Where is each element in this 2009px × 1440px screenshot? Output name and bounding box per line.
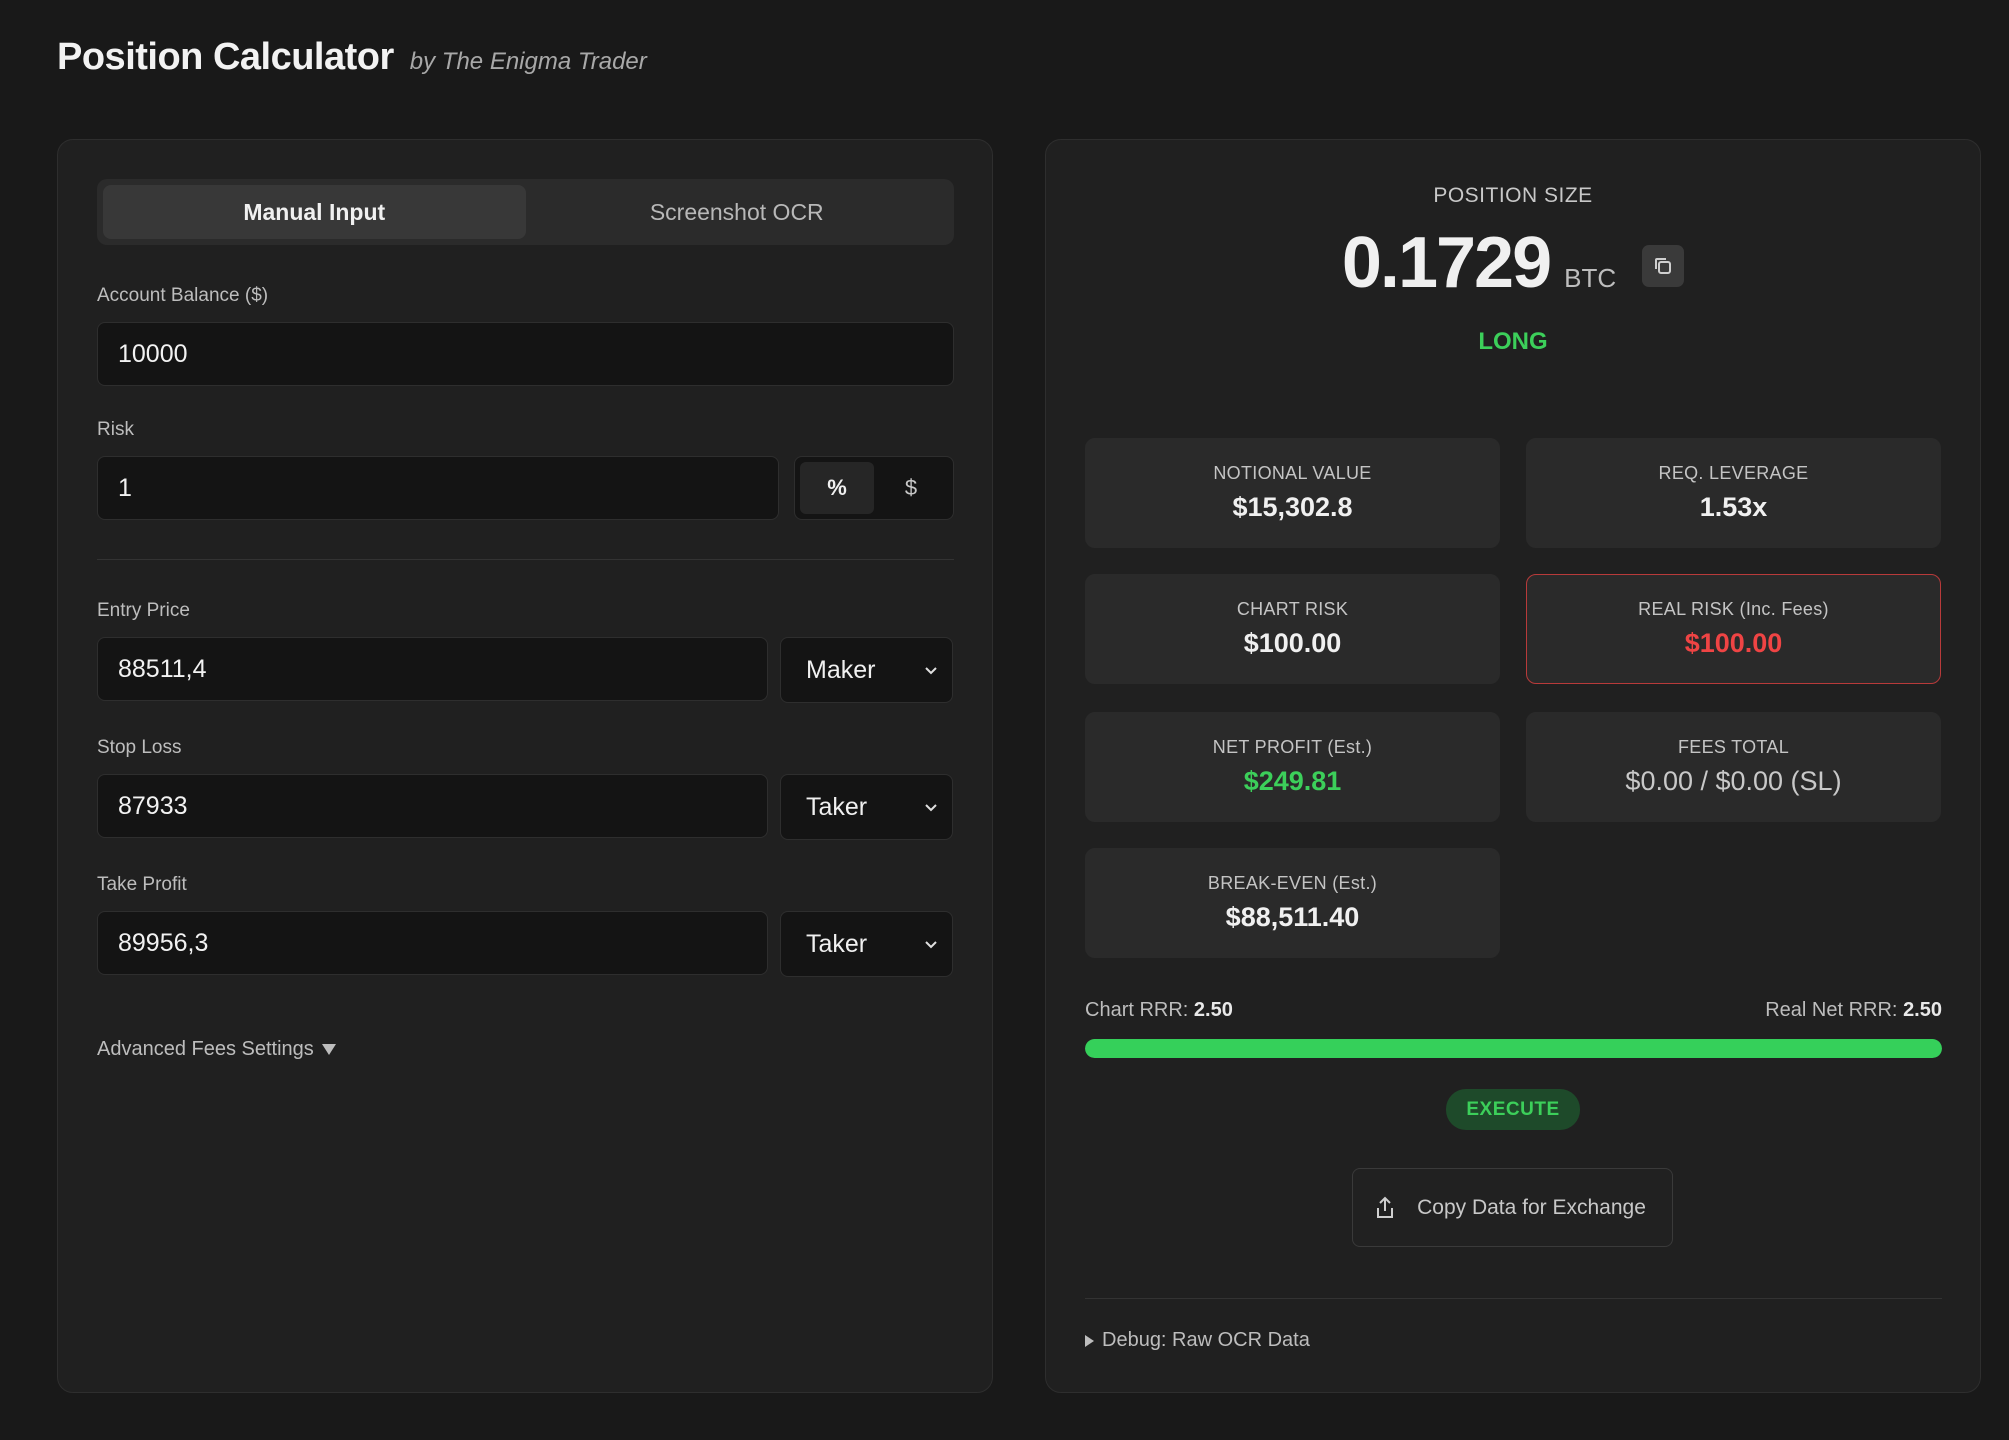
triangle-right-icon: [1085, 1334, 1094, 1347]
page-header: Position Calculator by The Enigma Trader: [57, 36, 647, 79]
input-panel: Manual Input Screenshot OCR Account Bala…: [57, 139, 993, 1393]
entry-price-input[interactable]: [97, 637, 768, 701]
take-profit-input[interactable]: [97, 911, 768, 975]
notional-value: $15,302.8: [1232, 492, 1353, 522]
break-even-value: $88,511.40: [1225, 902, 1360, 932]
leverage-card: REQ. LEVERAGE 1.53x: [1526, 438, 1941, 548]
entry-order-type-value: Maker: [806, 655, 876, 684]
account-balance-input[interactable]: [97, 322, 954, 386]
advanced-fees-label: Advanced Fees Settings: [97, 1038, 314, 1060]
chevron-down-icon: [925, 667, 937, 675]
input-mode-tabs: Manual Input Screenshot OCR: [97, 179, 954, 245]
position-size-unit: BTC: [1564, 263, 1617, 293]
entry-order-type-select[interactable]: Maker: [780, 637, 953, 703]
risk-mode-toggle: % $: [794, 456, 954, 520]
real-net-rrr-value: 2.50: [1903, 999, 1942, 1021]
debug-raw-ocr-toggle[interactable]: Debug: Raw OCR Data: [1085, 1329, 1310, 1352]
risk-mode-percent[interactable]: %: [800, 462, 874, 514]
copy-data-for-exchange-label: Copy Data for Exchange: [1417, 1195, 1646, 1219]
position-size-value: 0.1729: [1341, 223, 1552, 303]
position-size-row: 0.1729 BTC: [1046, 222, 1980, 304]
divider: [97, 559, 954, 560]
net-profit-label: NET PROFIT (Est.): [1212, 737, 1373, 757]
divider: [1085, 1298, 1942, 1299]
real-risk-value: $100.00: [1684, 628, 1783, 658]
account-balance-label: Account Balance ($): [97, 285, 269, 306]
entry-price-label: Entry Price: [97, 600, 190, 621]
fees-total-label: FEES TOTAL: [1677, 737, 1790, 757]
risk-label: Risk: [97, 419, 134, 440]
stop-loss-input[interactable]: [97, 774, 768, 838]
stop-loss-order-type-select[interactable]: Taker: [780, 774, 953, 840]
execute-badge: EXECUTE: [1446, 1089, 1580, 1130]
debug-raw-ocr-label: Debug: Raw OCR Data: [1102, 1329, 1310, 1351]
rrr-row: Chart RRR: 2.50 Real Net RRR: 2.50: [1085, 999, 1942, 1022]
risk-mode-dollar[interactable]: $: [874, 462, 948, 514]
real-risk-card: REAL RISK (Inc. Fees) $100.00: [1526, 574, 1941, 684]
real-net-rrr: Real Net RRR: 2.50: [1765, 999, 1942, 1021]
net-profit-card: NET PROFIT (Est.) $249.81: [1085, 712, 1500, 822]
tab-manual-input[interactable]: Manual Input: [103, 185, 526, 239]
page-title: Position Calculator: [57, 36, 394, 78]
results-panel: POSITION SIZE 0.1729 BTC LONG NOTIONAL V…: [1045, 139, 1981, 1393]
take-profit-order-type-select[interactable]: Taker: [780, 911, 953, 977]
triangle-down-icon: [321, 1044, 336, 1055]
page-byline: by The Enigma Trader: [409, 48, 647, 75]
chevron-down-icon: [925, 804, 937, 812]
trade-direction: LONG: [1478, 328, 1548, 355]
chart-rrr: Chart RRR: 2.50: [1085, 999, 1233, 1021]
rrr-progress-bar: [1085, 1039, 1942, 1058]
fees-total-value: $0.00 / $0.00 (SL): [1625, 766, 1842, 796]
real-risk-label: REAL RISK (Inc. Fees): [1638, 599, 1829, 619]
stop-loss-order-type-value: Taker: [806, 792, 868, 821]
take-profit-label: Take Profit: [97, 874, 187, 895]
notional-value-label: NOTIONAL VALUE: [1213, 463, 1372, 483]
break-even-card: BREAK-EVEN (Est.) $88,511.40: [1085, 848, 1500, 958]
leverage-value: 1.53x: [1699, 492, 1768, 522]
share-upload-icon: [1377, 1196, 1393, 1218]
position-size-label: POSITION SIZE: [1433, 184, 1593, 207]
tab-screenshot-ocr[interactable]: Screenshot OCR: [526, 185, 949, 239]
notional-value-card: NOTIONAL VALUE $15,302.8: [1085, 438, 1500, 548]
stop-loss-label: Stop Loss: [97, 737, 182, 758]
chart-risk-card: CHART RISK $100.00: [1085, 574, 1500, 684]
leverage-label: REQ. LEVERAGE: [1658, 463, 1809, 483]
copy-data-for-exchange-button[interactable]: Copy Data for Exchange: [1352, 1168, 1673, 1247]
fees-total-card: FEES TOTAL $0.00 / $0.00 (SL): [1526, 712, 1941, 822]
copy-icon: [1655, 258, 1672, 274]
copy-position-size-button[interactable]: [1642, 245, 1685, 287]
risk-input[interactable]: [97, 456, 779, 520]
break-even-label: BREAK-EVEN (Est.): [1207, 873, 1378, 893]
chart-rrr-value: 2.50: [1193, 999, 1233, 1021]
chart-risk-label: CHART RISK: [1236, 599, 1349, 619]
chevron-down-icon: [925, 941, 937, 949]
advanced-fees-toggle[interactable]: Advanced Fees Settings: [97, 1038, 336, 1061]
rrr-progress-fill: [1085, 1039, 1942, 1058]
chart-risk-value: $100.00: [1243, 628, 1342, 658]
net-profit-value: $249.81: [1243, 766, 1342, 796]
take-profit-order-type-value: Taker: [806, 929, 868, 958]
